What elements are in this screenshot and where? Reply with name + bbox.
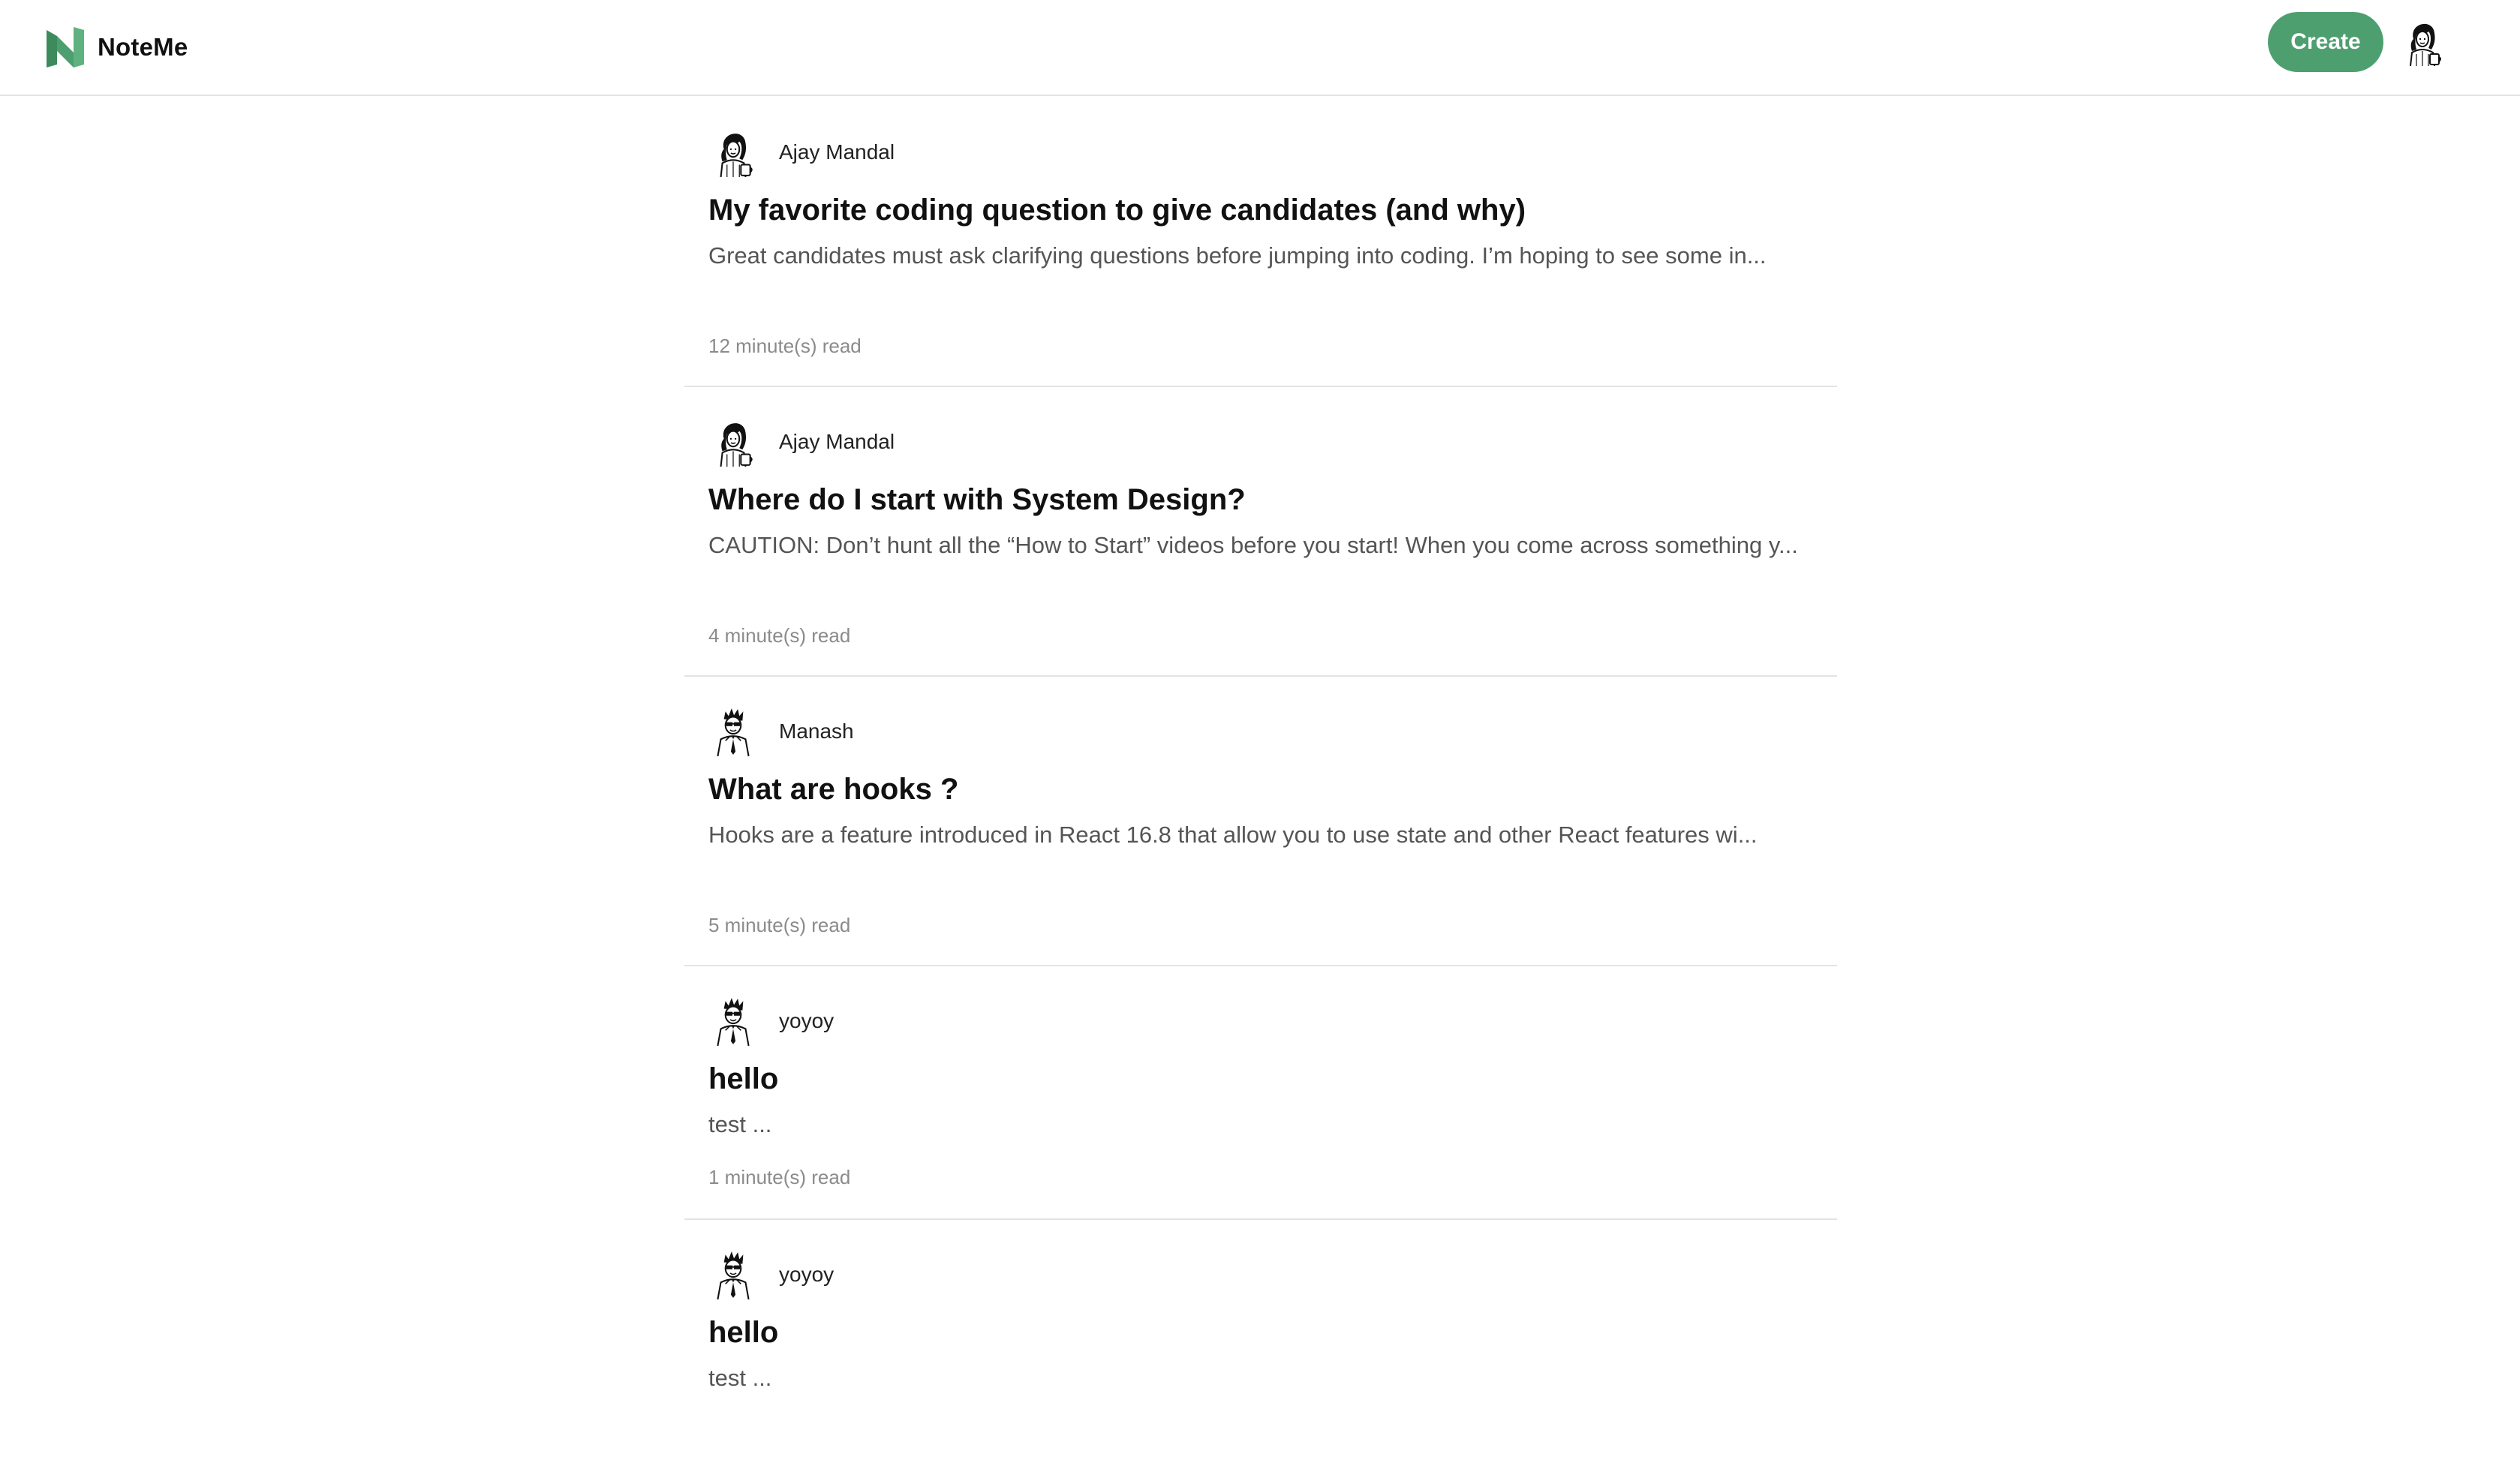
- author-info[interactable]: Ajay Mandal: [708, 126, 895, 179]
- author-info[interactable]: yoyoy: [708, 1248, 834, 1301]
- author-avatar-icon: [708, 126, 758, 179]
- post-card[interactable]: yoyoy hello test ... 1 minute(s) read: [684, 966, 1837, 1220]
- read-time: 5 minute(s) read: [708, 914, 851, 936]
- author-avatar-icon: [708, 705, 758, 758]
- noteme-logo-icon: [47, 27, 84, 68]
- author-name[interactable]: Ajay Mandal: [779, 140, 895, 164]
- read-time: 1 minute(s) read: [708, 1166, 851, 1188]
- author-info[interactable]: Ajay Mandal: [708, 416, 895, 468]
- post-excerpt: Great candidates must ask clarifying que…: [708, 242, 1767, 269]
- author-name[interactable]: Manash: [779, 719, 854, 744]
- post-title[interactable]: What are hooks ?: [708, 773, 958, 807]
- top-navbar: NoteMe Create: [0, 0, 2520, 96]
- post-excerpt: Hooks are a feature introduced in React …: [708, 822, 1758, 848]
- post-card[interactable]: Manash What are hooks ? Hooks are a feat…: [684, 677, 1837, 966]
- read-time: 4 minute(s) read: [708, 624, 851, 647]
- post-title[interactable]: My favorite coding question to give cand…: [708, 194, 1526, 227]
- author-name[interactable]: Ajay Mandal: [779, 430, 895, 454]
- post-card[interactable]: Ajay Mandal Where do I start with System…: [684, 387, 1837, 677]
- post-excerpt: test ...: [708, 1365, 772, 1391]
- post-title[interactable]: hello: [708, 1316, 778, 1350]
- author-avatar-icon: [708, 416, 758, 468]
- post-excerpt: test ...: [708, 1111, 772, 1137]
- author-name[interactable]: yoyoy: [779, 1009, 834, 1033]
- post-card[interactable]: Ajay Mandal My favorite coding question …: [684, 98, 1837, 387]
- author-info[interactable]: Manash: [708, 705, 854, 758]
- post-feed: Ajay Mandal My favorite coding question …: [684, 98, 1837, 1475]
- create-button[interactable]: Create: [2268, 12, 2383, 72]
- author-name[interactable]: yoyoy: [779, 1263, 834, 1287]
- brand-name: NoteMe: [98, 33, 188, 61]
- author-info[interactable]: yoyoy: [708, 995, 834, 1047]
- post-card[interactable]: yoyoy hello test ...: [684, 1220, 1837, 1475]
- read-time: 12 minute(s) read: [708, 335, 862, 357]
- post-title[interactable]: Where do I start with System Design?: [708, 483, 1246, 517]
- brand[interactable]: NoteMe: [47, 27, 188, 68]
- user-avatar-icon[interactable]: [2398, 17, 2446, 68]
- author-avatar-icon: [708, 1248, 758, 1301]
- author-avatar-icon: [708, 995, 758, 1047]
- post-excerpt: CAUTION: Don’t hunt all the “How to Star…: [708, 532, 1798, 558]
- post-title[interactable]: hello: [708, 1062, 778, 1096]
